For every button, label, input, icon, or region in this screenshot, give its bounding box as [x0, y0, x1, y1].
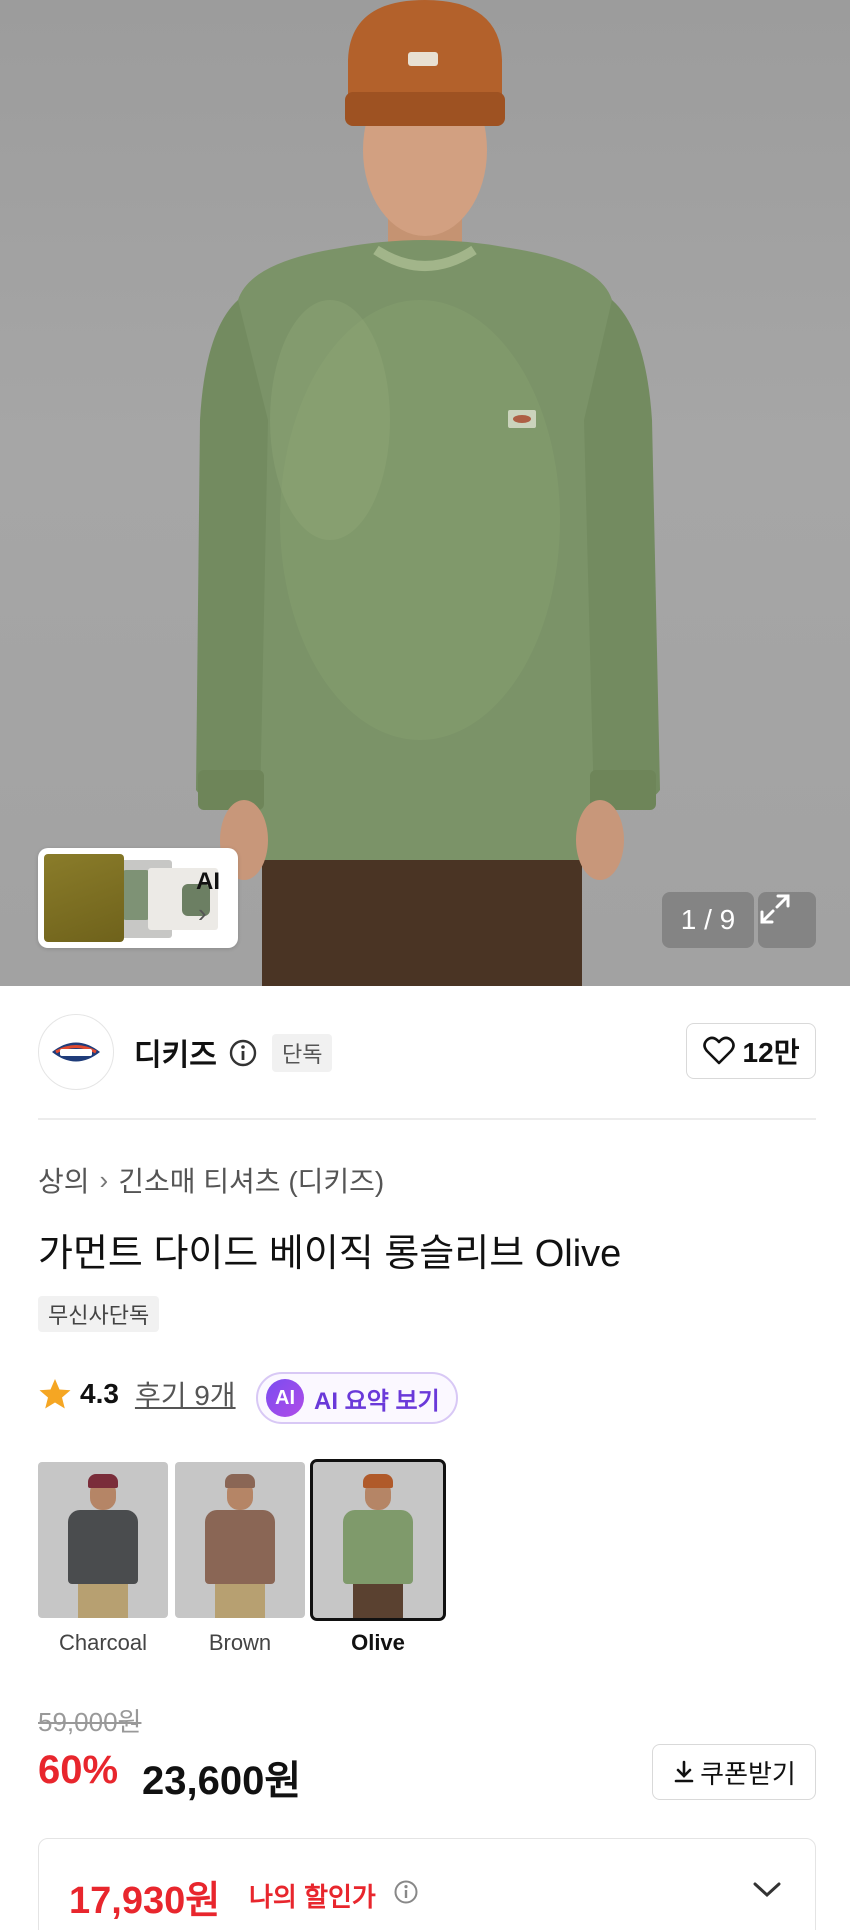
- dickies-logo-icon: [52, 1042, 100, 1062]
- heart-icon: [702, 1036, 735, 1065]
- chevron-right-icon: ›: [198, 898, 207, 928]
- info-icon[interactable]: [393, 1879, 419, 1905]
- thumb-image-1: [44, 854, 124, 942]
- my-discount-label: 나의 할인가: [249, 1882, 376, 1912]
- info-icon[interactable]: [228, 1038, 258, 1068]
- coupon-label: 쿠폰받기: [700, 1758, 796, 1789]
- color-swatch-charcoal[interactable]: [38, 1462, 168, 1618]
- exclusive-badge: 단독: [272, 1034, 333, 1072]
- ai-summary-label: AI 요약 보기: [314, 1387, 440, 1415]
- product-title: 가먼트 다이드 베이직 롱슬리브 Olive: [38, 1233, 622, 1275]
- color-swatch-olive[interactable]: [310, 1459, 446, 1621]
- expand-button[interactable]: [758, 892, 816, 948]
- chevron-down-icon[interactable]: [751, 1879, 783, 1901]
- like-button[interactable]: 12만: [686, 1023, 816, 1079]
- color-swatch-label: Olive: [351, 1630, 405, 1655]
- color-swatch-label: Brown: [208, 1630, 272, 1655]
- like-count: 12만: [742, 1037, 800, 1068]
- star-icon: [39, 1379, 71, 1409]
- my-discount-price: 17,930원: [69, 1880, 221, 1922]
- musinsa-exclusive-badge: 무신사단독: [38, 1296, 160, 1332]
- breadcrumb-item[interactable]: 긴소매 티셔츠 (디키즈): [118, 1160, 384, 1200]
- breadcrumb-item[interactable]: 상의: [38, 1160, 90, 1200]
- product-main-image[interactable]: AI › 1 / 9: [0, 0, 850, 986]
- image-counter: 1 / 9: [662, 892, 754, 948]
- color-swatch-label: Charcoal: [58, 1630, 148, 1655]
- chevron-right-icon: ›: [99, 1164, 109, 1195]
- download-icon: [674, 1760, 694, 1783]
- sale-price: 23,600원: [142, 1759, 302, 1803]
- brand-logo[interactable]: [38, 1014, 114, 1090]
- brand-name[interactable]: 디키즈: [134, 1030, 217, 1074]
- model-photo: [196, 0, 660, 986]
- expand-icon: [760, 894, 790, 924]
- reviews-link[interactable]: 후기 9개: [135, 1374, 236, 1414]
- divider: [38, 1118, 816, 1120]
- breadcrumb: 상의 › 긴소매 티셔츠 (디키즈): [38, 1160, 384, 1200]
- ai-thumb-label: AI: [196, 868, 220, 895]
- rating-score: 4.3: [80, 1378, 119, 1409]
- coupon-button[interactable]: 쿠폰받기: [652, 1744, 816, 1800]
- discount-rate: 60%: [38, 1748, 119, 1792]
- rating-row: 4.3 후기 9개: [38, 1374, 236, 1414]
- color-swatch-brown[interactable]: [175, 1462, 305, 1618]
- original-price: 59,000원: [38, 1707, 142, 1737]
- ai-summary-button[interactable]: AI AI 요약 보기: [256, 1372, 458, 1424]
- my-price-box[interactable]: 17,930원 나의 할인가: [38, 1838, 816, 1930]
- ai-chip-icon: AI: [266, 1379, 304, 1417]
- ai-lookbook-thumbnail[interactable]: AI ›: [38, 848, 238, 948]
